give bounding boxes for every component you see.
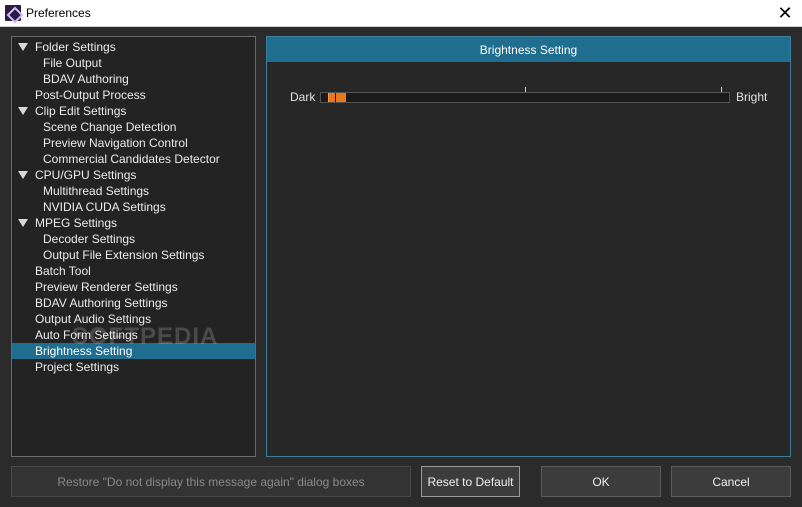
expand-arrow-icon[interactable] [18, 43, 28, 51]
cancel-button[interactable]: Cancel [671, 466, 791, 497]
tree-item[interactable]: Clip Edit Settings [12, 103, 255, 119]
slider-min-label: Dark [290, 90, 316, 104]
tree-item-label: Output File Extension Settings [43, 248, 205, 262]
tree-item-label: Multithread Settings [43, 184, 150, 198]
tree-item[interactable]: NVIDIA CUDA Settings [12, 199, 255, 215]
tree-item-label: Decoder Settings [43, 232, 136, 246]
tree-item[interactable]: BDAV Authoring Settings [12, 295, 255, 311]
tree-item-label: Batch Tool [35, 264, 91, 278]
tree-item[interactable]: Batch Tool [12, 263, 255, 279]
tree-item[interactable]: Folder Settings [12, 39, 255, 55]
tree-item-label: Preview Navigation Control [43, 136, 188, 150]
slider-thumb[interactable] [328, 93, 346, 102]
tree-item[interactable]: Output Audio Settings [12, 311, 255, 327]
tree-item[interactable]: Preview Renderer Settings [12, 279, 255, 295]
slider-max-label: Bright [736, 90, 768, 104]
tree-item[interactable]: Multithread Settings [12, 183, 255, 199]
brightness-slider[interactable] [320, 87, 730, 103]
tree-item[interactable]: Brightness Setting [12, 343, 255, 359]
brightness-slider-row: Dark Bright [267, 87, 790, 107]
tree-item[interactable]: CPU/GPU Settings [12, 167, 255, 183]
expand-arrow-icon[interactable] [18, 171, 28, 179]
tree-item[interactable]: Preview Navigation Control [12, 135, 255, 151]
expand-arrow-icon[interactable] [18, 219, 28, 227]
tree-item-label: Post-Output Process [35, 88, 146, 102]
reset-to-default-button[interactable]: Reset to Default [421, 466, 520, 497]
tree-item[interactable]: Output File Extension Settings [12, 247, 255, 263]
brightness-panel: Brightness Setting Dark Bright [266, 36, 791, 457]
tree-item[interactable]: File Output [12, 55, 255, 71]
close-button[interactable]: ✕ [768, 0, 802, 26]
app-icon [5, 5, 21, 21]
tree-item-label: BDAV Authoring [43, 72, 129, 86]
tree-item-label: NVIDIA CUDA Settings [43, 200, 166, 214]
tree-item[interactable]: Post-Output Process [12, 87, 255, 103]
title-bar: Preferences ✕ [0, 0, 802, 27]
tree-item-label: MPEG Settings [35, 216, 118, 230]
tree-item[interactable]: MPEG Settings [12, 215, 255, 231]
slider-tick [721, 87, 722, 92]
tree-item[interactable]: Project Settings [12, 359, 255, 375]
tree-item[interactable]: BDAV Authoring [12, 71, 255, 87]
tree-item[interactable]: Scene Change Detection [12, 119, 255, 135]
tree-item-label: Auto Form Settings [35, 328, 138, 342]
tree-item-label: BDAV Authoring Settings [35, 296, 168, 310]
tree-item[interactable]: Auto Form Settings [12, 327, 255, 343]
expand-arrow-icon[interactable] [18, 107, 28, 115]
restore-dialogs-button[interactable]: Restore "Do not display this message aga… [11, 466, 411, 497]
tree-item-label: Project Settings [35, 360, 120, 374]
settings-tree[interactable]: Folder Settings File Output BDAV Authoring… [11, 36, 256, 457]
ok-button[interactable]: OK [541, 466, 661, 497]
slider-tick [525, 87, 526, 92]
tree-item-label: Preview Renderer Settings [35, 280, 178, 294]
tree-item[interactable]: Commercial Candidates Detector [12, 151, 255, 167]
tree-item-label: Clip Edit Settings [35, 104, 127, 118]
tree-item-label: CPU/GPU Settings [35, 168, 137, 182]
tree-item-label: Output Audio Settings [35, 312, 152, 326]
tree-item-label: Commercial Candidates Detector [43, 152, 220, 166]
panel-title: Brightness Setting [267, 37, 790, 62]
tree-item-label: Scene Change Detection [43, 120, 177, 134]
tree-item-label: Folder Settings [35, 40, 116, 54]
tree-item[interactable]: Decoder Settings [12, 231, 255, 247]
tree-item-label: Brightness Setting [35, 344, 133, 358]
window-title: Preferences [26, 6, 91, 20]
tree-item-label: File Output [43, 56, 102, 70]
